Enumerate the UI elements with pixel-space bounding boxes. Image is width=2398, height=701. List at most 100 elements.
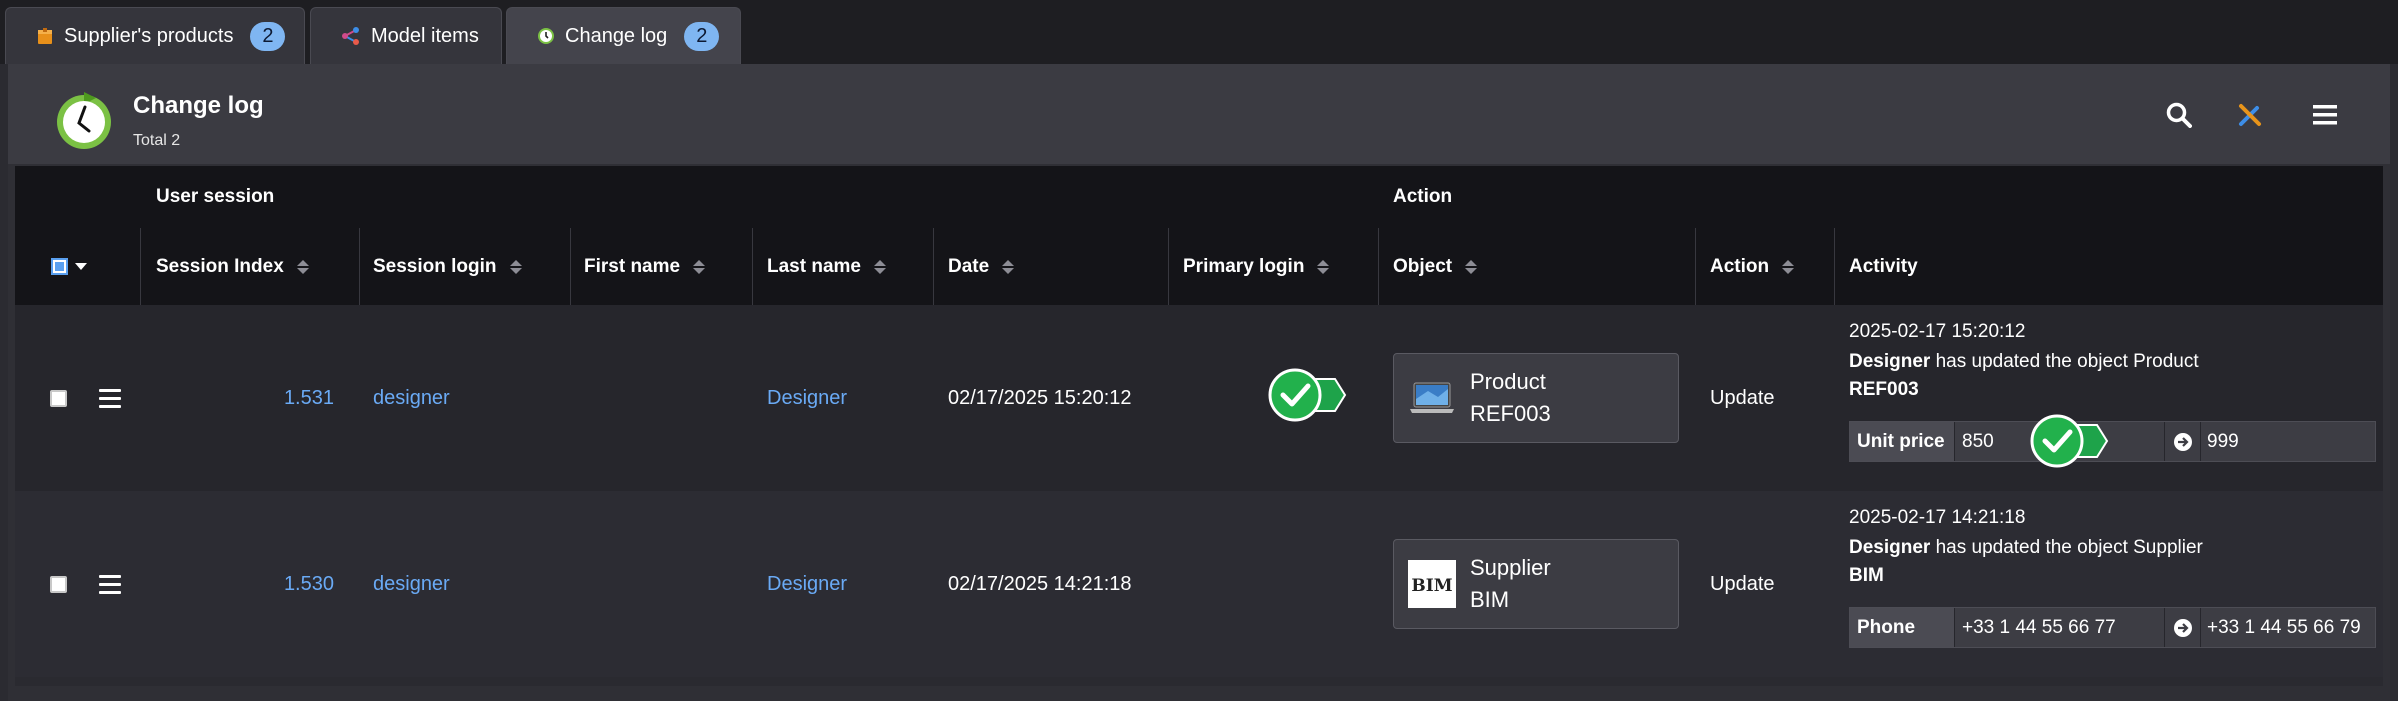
menu-button[interactable]: [2308, 100, 2342, 134]
group-header-row: User session Action: [15, 166, 2383, 228]
sort-icon: [296, 259, 309, 274]
sort-icon: [509, 259, 522, 274]
field-change-row: Unit price 850 999: [1849, 421, 2376, 462]
package-icon: [36, 27, 54, 45]
col-label: Date: [948, 255, 990, 277]
field-change-row: Phone +33 1 44 55 66 77 +33 1 44 55 66 7…: [1849, 607, 2376, 648]
session-login-link[interactable]: designer: [373, 305, 450, 491]
row-checkbox[interactable]: [50, 575, 67, 593]
select-all: [51, 228, 87, 305]
check-circle-icon: [2029, 413, 2109, 475]
sort-icon: [693, 259, 706, 274]
sort-icon: [1317, 259, 1330, 274]
activity-ref: BIM: [1849, 565, 1884, 586]
search-icon: [2166, 102, 2192, 133]
col-object[interactable]: Object: [1393, 228, 1478, 305]
col-action[interactable]: Action: [1710, 228, 1795, 305]
tab-bar: Supplier's products 2 Model items Change…: [0, 0, 2398, 64]
action-value: Update: [1710, 386, 1775, 409]
tab-count-badge: 2: [250, 21, 286, 51]
row-select: [50, 305, 67, 491]
svg-text:BIM: BIM: [1411, 576, 1452, 596]
arrow-right-icon: [2165, 422, 2201, 461]
clock-icon: [537, 27, 555, 45]
change-log-grid: User session Action Session Index Sessio…: [15, 166, 2383, 686]
table-row[interactable]: 1.531 designer Designer 02/17/2025 15:20…: [15, 305, 2383, 491]
object-cell: BIM Supplier BIM: [1393, 491, 1693, 677]
activity-cell: 2025-02-17 14:21:18 Designer has updated…: [1849, 491, 2383, 677]
col-label: Action: [1710, 255, 1770, 277]
activity-text: has updated the object Product: [1930, 351, 2199, 372]
select-all-checkbox[interactable]: [51, 258, 68, 275]
date: 02/17/2025 15:20:12: [948, 386, 1132, 409]
action-value: Update: [1710, 572, 1775, 595]
col-label: First name: [584, 255, 681, 277]
col-last-name[interactable]: Last name: [767, 228, 886, 305]
tab-count-badge: 2: [684, 21, 720, 51]
new-value: +33 1 44 55 66 79: [2207, 616, 2361, 638]
tools-icon: [2237, 102, 2263, 133]
col-label: Session Index: [156, 255, 284, 277]
col-label: Session login: [373, 255, 497, 277]
table-row[interactable]: 1.530 designer Designer 02/17/2025 14:21…: [15, 491, 2383, 677]
row-menu-icon[interactable]: [99, 574, 121, 594]
tab-label: Change log: [565, 24, 668, 47]
tab-model-items[interactable]: Model items: [310, 7, 502, 64]
col-label: Last name: [767, 255, 861, 277]
session-login-link[interactable]: designer: [373, 491, 450, 677]
object-link-button[interactable]: BIM Supplier BIM: [1393, 539, 1679, 629]
last-name-link[interactable]: Designer: [767, 491, 847, 677]
search-button[interactable]: [2162, 100, 2196, 134]
bim-logo: BIM: [1408, 560, 1456, 608]
col-activity: Activity: [1849, 228, 1918, 305]
activity-description: Designer has updated the object Supplier: [1849, 537, 2203, 559]
row-menu-icon[interactable]: [99, 388, 121, 408]
total-count: Total 2: [133, 132, 181, 149]
object-type: Product: [1470, 369, 1546, 394]
column-header-row: Session Index Session login First name L…: [15, 228, 2383, 305]
row-select: [50, 491, 67, 677]
col-label: Activity: [1849, 255, 1918, 277]
last-name-link[interactable]: Designer: [767, 305, 847, 491]
sort-icon: [1782, 259, 1795, 274]
activity-actor: Designer: [1849, 351, 1931, 372]
panel-header: Change log Total 2: [8, 64, 2390, 164]
activity-description: Designer has updated the object Product: [1849, 351, 2199, 373]
row-menu: [99, 305, 121, 491]
group-user-session: User session: [156, 186, 275, 207]
check-circle-icon: [1267, 367, 1347, 429]
object-ref: BIM: [1470, 587, 1510, 612]
col-date[interactable]: Date: [948, 228, 1015, 305]
session-index-link[interactable]: 1.530: [141, 491, 334, 677]
tab-change-log[interactable]: Change log 2: [506, 7, 741, 64]
laptop-icon: [1408, 374, 1456, 422]
change-log-clock-icon: [52, 88, 116, 157]
tools-button[interactable]: [2233, 100, 2267, 134]
col-session-login[interactable]: Session login: [373, 228, 522, 305]
activity-cell: 2025-02-17 15:20:12 Designer has updated…: [1849, 305, 2383, 491]
date: 02/17/2025 14:21:18: [948, 572, 1132, 595]
object-ref: REF003: [1470, 401, 1551, 426]
activity-ref: REF003: [1849, 379, 1919, 400]
chevron-down-icon[interactable]: [75, 263, 87, 270]
object-type: Supplier: [1470, 555, 1551, 580]
activity-timestamp: 2025-02-17 15:20:12: [1849, 321, 2026, 342]
tab-label: Supplier's products: [64, 24, 234, 47]
menu-icon: [2313, 104, 2337, 131]
sort-icon: [1002, 259, 1015, 274]
primary-login-indicator: [1267, 305, 1347, 491]
page-title: Change log: [133, 92, 264, 119]
col-first-name[interactable]: First name: [584, 228, 706, 305]
sort-icon: [1465, 259, 1478, 274]
session-index-link[interactable]: 1.531: [141, 305, 334, 491]
col-session-index[interactable]: Session Index: [156, 228, 309, 305]
new-value: 999: [2207, 430, 2239, 452]
activity-timestamp: 2025-02-17 14:21:18: [1849, 507, 2026, 528]
tab-suppliers-products[interactable]: Supplier's products 2: [5, 7, 305, 64]
col-label: Primary login: [1183, 255, 1305, 277]
col-primary-login[interactable]: Primary login: [1183, 228, 1330, 305]
row-checkbox[interactable]: [50, 389, 67, 407]
arrow-right-icon: [2165, 608, 2201, 647]
group-action: Action: [1393, 186, 1453, 207]
object-link-button[interactable]: Product REF003: [1393, 353, 1679, 443]
